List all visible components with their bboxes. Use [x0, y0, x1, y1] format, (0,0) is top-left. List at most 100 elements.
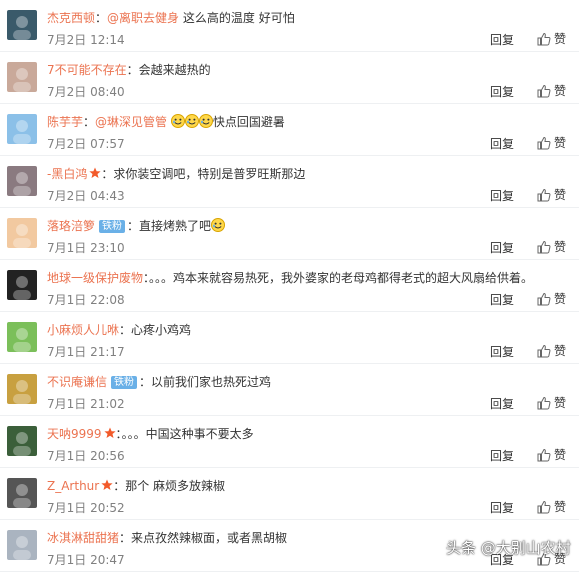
- reply-button[interactable]: 回复: [490, 188, 514, 204]
- like-button[interactable]: 赞: [534, 187, 566, 203]
- comment-item: 杰克西顿：@离职去健身 这么高的温度 好可怕 7月2日 12:14 回复赞: [0, 0, 579, 52]
- comment-text: 。。。中国这种事不要太多: [121, 427, 254, 441]
- username-link[interactable]: 冰淇淋甜甜猪: [47, 531, 119, 545]
- username-link[interactable]: -黑白鸿: [47, 167, 87, 181]
- reply-button[interactable]: 回复: [490, 448, 514, 464]
- cat-avatar[interactable]: [7, 270, 37, 300]
- comment-item: -黑白鸿 ：求你装空调吧，特别是普罗旺斯那边 7月2日 04:43 回复赞: [0, 156, 579, 208]
- star-icon: [102, 427, 116, 441]
- like-button[interactable]: 赞: [534, 83, 566, 99]
- comment-text: 。。。鸡本来就容易热死，我外婆家的老母鸡都得老式的超大风扇给供着。: [149, 271, 534, 285]
- landscape-avatar[interactable]: [7, 10, 37, 40]
- thumbs-up-icon: [537, 32, 551, 46]
- thumbs-up-icon: [537, 344, 551, 358]
- like-button[interactable]: 赞: [534, 343, 566, 359]
- comment-list: 杰克西顿：@离职去健身 这么高的温度 好可怕 7月2日 12:14 回复赞 7不可能不…: [0, 0, 579, 572]
- reply-button[interactable]: 回复: [490, 84, 514, 100]
- comment-text: 心疼小鸡鸡: [131, 323, 192, 337]
- like-button[interactable]: 赞: [534, 291, 566, 307]
- anime-avatar[interactable]: [7, 530, 37, 560]
- thumbs-up-icon: [537, 500, 551, 514]
- username-link[interactable]: 不识庵谦信: [47, 375, 107, 389]
- comment-text: 求你装空调吧，特别是普罗旺斯那边: [113, 167, 306, 181]
- like-button[interactable]: 赞: [534, 135, 566, 151]
- comment-time: 7月1日 22:08: [47, 293, 125, 307]
- comment-text: 快点回国避暑: [212, 115, 285, 129]
- thumbs-up-icon: [537, 396, 551, 410]
- like-button[interactable]: 赞: [534, 499, 566, 515]
- comment-item: 天呐9999 ：。。。中国这种事不要太多 7月1日 20:56 回复赞: [0, 416, 579, 468]
- reply-button[interactable]: 回复: [490, 136, 514, 152]
- like-label: 赞: [554, 240, 567, 254]
- username-link[interactable]: Z_Arthur: [47, 479, 99, 493]
- watermark: 头条 @大别山农村: [446, 539, 571, 557]
- comment-time: 7月2日 07:57: [47, 137, 125, 151]
- comment-item: Z_Arthur ：那个 麻烦多放辣椒 7月1日 20:52 回复赞: [0, 468, 579, 520]
- comment-time: 7月2日 08:40: [47, 85, 125, 99]
- emoji-icon: [170, 114, 213, 129]
- like-button[interactable]: 赞: [534, 395, 566, 411]
- star-icon: [99, 479, 113, 493]
- username-link[interactable]: 7不可能不存在: [47, 63, 127, 77]
- reply-button[interactable]: 回复: [490, 396, 514, 412]
- girl-avatar[interactable]: [7, 62, 37, 92]
- like-button[interactable]: 赞: [534, 239, 566, 255]
- like-label: 赞: [554, 188, 567, 202]
- comment-time: 7月1日 21:02: [47, 397, 125, 411]
- like-label: 赞: [554, 84, 567, 98]
- anime-avatar[interactable]: [7, 478, 37, 508]
- fan-badge: 铁粉: [99, 220, 126, 233]
- reply-button[interactable]: 回复: [490, 292, 514, 308]
- like-label: 赞: [554, 396, 567, 410]
- star-icon: [87, 167, 101, 181]
- username-link[interactable]: 小麻烦人儿咻: [47, 323, 119, 337]
- mention-link[interactable]: @离职去健身: [107, 11, 179, 25]
- comment-time: 7月1日 21:17: [47, 345, 125, 359]
- thumbs-up-icon: [537, 136, 551, 150]
- username-link[interactable]: 天呐9999: [47, 427, 102, 441]
- cartoon-avatar[interactable]: [7, 114, 37, 144]
- like-button[interactable]: 赞: [534, 447, 566, 463]
- thumbs-up-icon: [537, 188, 551, 202]
- comment-time: 7月1日 20:52: [47, 501, 125, 515]
- comment-time: 7月1日 20:47: [47, 553, 125, 567]
- like-label: 赞: [554, 292, 567, 306]
- fan-badge: 铁粉: [111, 376, 138, 389]
- cartoon-avatar[interactable]: [7, 322, 37, 352]
- anime-avatar[interactable]: [7, 374, 37, 404]
- username-link[interactable]: 地球一级保护废物: [47, 271, 143, 285]
- username-link[interactable]: 落珞涪箩: [47, 219, 95, 233]
- thumbs-up-icon: [537, 448, 551, 462]
- emoji-icon: [211, 218, 226, 233]
- comment-text: 那个 麻烦多放辣椒: [125, 479, 226, 493]
- reply-button[interactable]: 回复: [490, 500, 514, 516]
- comment-text: 来点孜然辣椒面，或者黑胡椒: [131, 531, 288, 545]
- reply-button[interactable]: 回复: [490, 344, 514, 360]
- thumbs-up-icon: [537, 292, 551, 306]
- reply-button[interactable]: 回复: [490, 240, 514, 256]
- like-label: 赞: [554, 500, 567, 514]
- comment-time: 7月1日 23:10: [47, 241, 125, 255]
- like-label: 赞: [554, 136, 567, 150]
- comment-item: 陈芋芋：@琳深见管管 快点回国避暑 7月2日 07:57 回复赞: [0, 104, 579, 156]
- photo-avatar[interactable]: [7, 166, 37, 196]
- comment-text: 会越来越热的: [138, 63, 211, 77]
- mention-link[interactable]: @琳深见管管: [95, 115, 167, 129]
- kid-avatar[interactable]: [7, 218, 37, 248]
- comment-item: 小麻烦人儿咻：心疼小鸡鸡 7月1日 21:17 回复赞: [0, 312, 579, 364]
- comment-item: 地球一级保护废物：。。。鸡本来就容易热死，我外婆家的老母鸡都得老式的超大风扇给供…: [0, 260, 579, 312]
- comment-time: 7月2日 04:43: [47, 189, 125, 203]
- comment-time: 7月2日 12:14: [47, 33, 125, 47]
- username-link[interactable]: 陈芋芋: [47, 115, 83, 129]
- comment-item: 落珞涪箩 铁粉 ：直接烤熟了吧 7月1日 23:10 回复赞: [0, 208, 579, 260]
- like-button[interactable]: 赞: [534, 31, 566, 47]
- comment-item: 7不可能不存在：会越来越热的 7月2日 08:40 回复赞: [0, 52, 579, 104]
- like-label: 赞: [554, 448, 567, 462]
- thumbs-up-icon: [537, 240, 551, 254]
- username-link[interactable]: 杰克西顿: [47, 11, 95, 25]
- reply-button[interactable]: 回复: [490, 32, 514, 48]
- photo-avatar[interactable]: [7, 426, 37, 456]
- comment-item: 不识庵谦信 铁粉 ：以前我们家也热死过鸡 7月1日 21:02 回复赞: [0, 364, 579, 416]
- like-label: 赞: [554, 344, 567, 358]
- comment-time: 7月1日 20:56: [47, 449, 125, 463]
